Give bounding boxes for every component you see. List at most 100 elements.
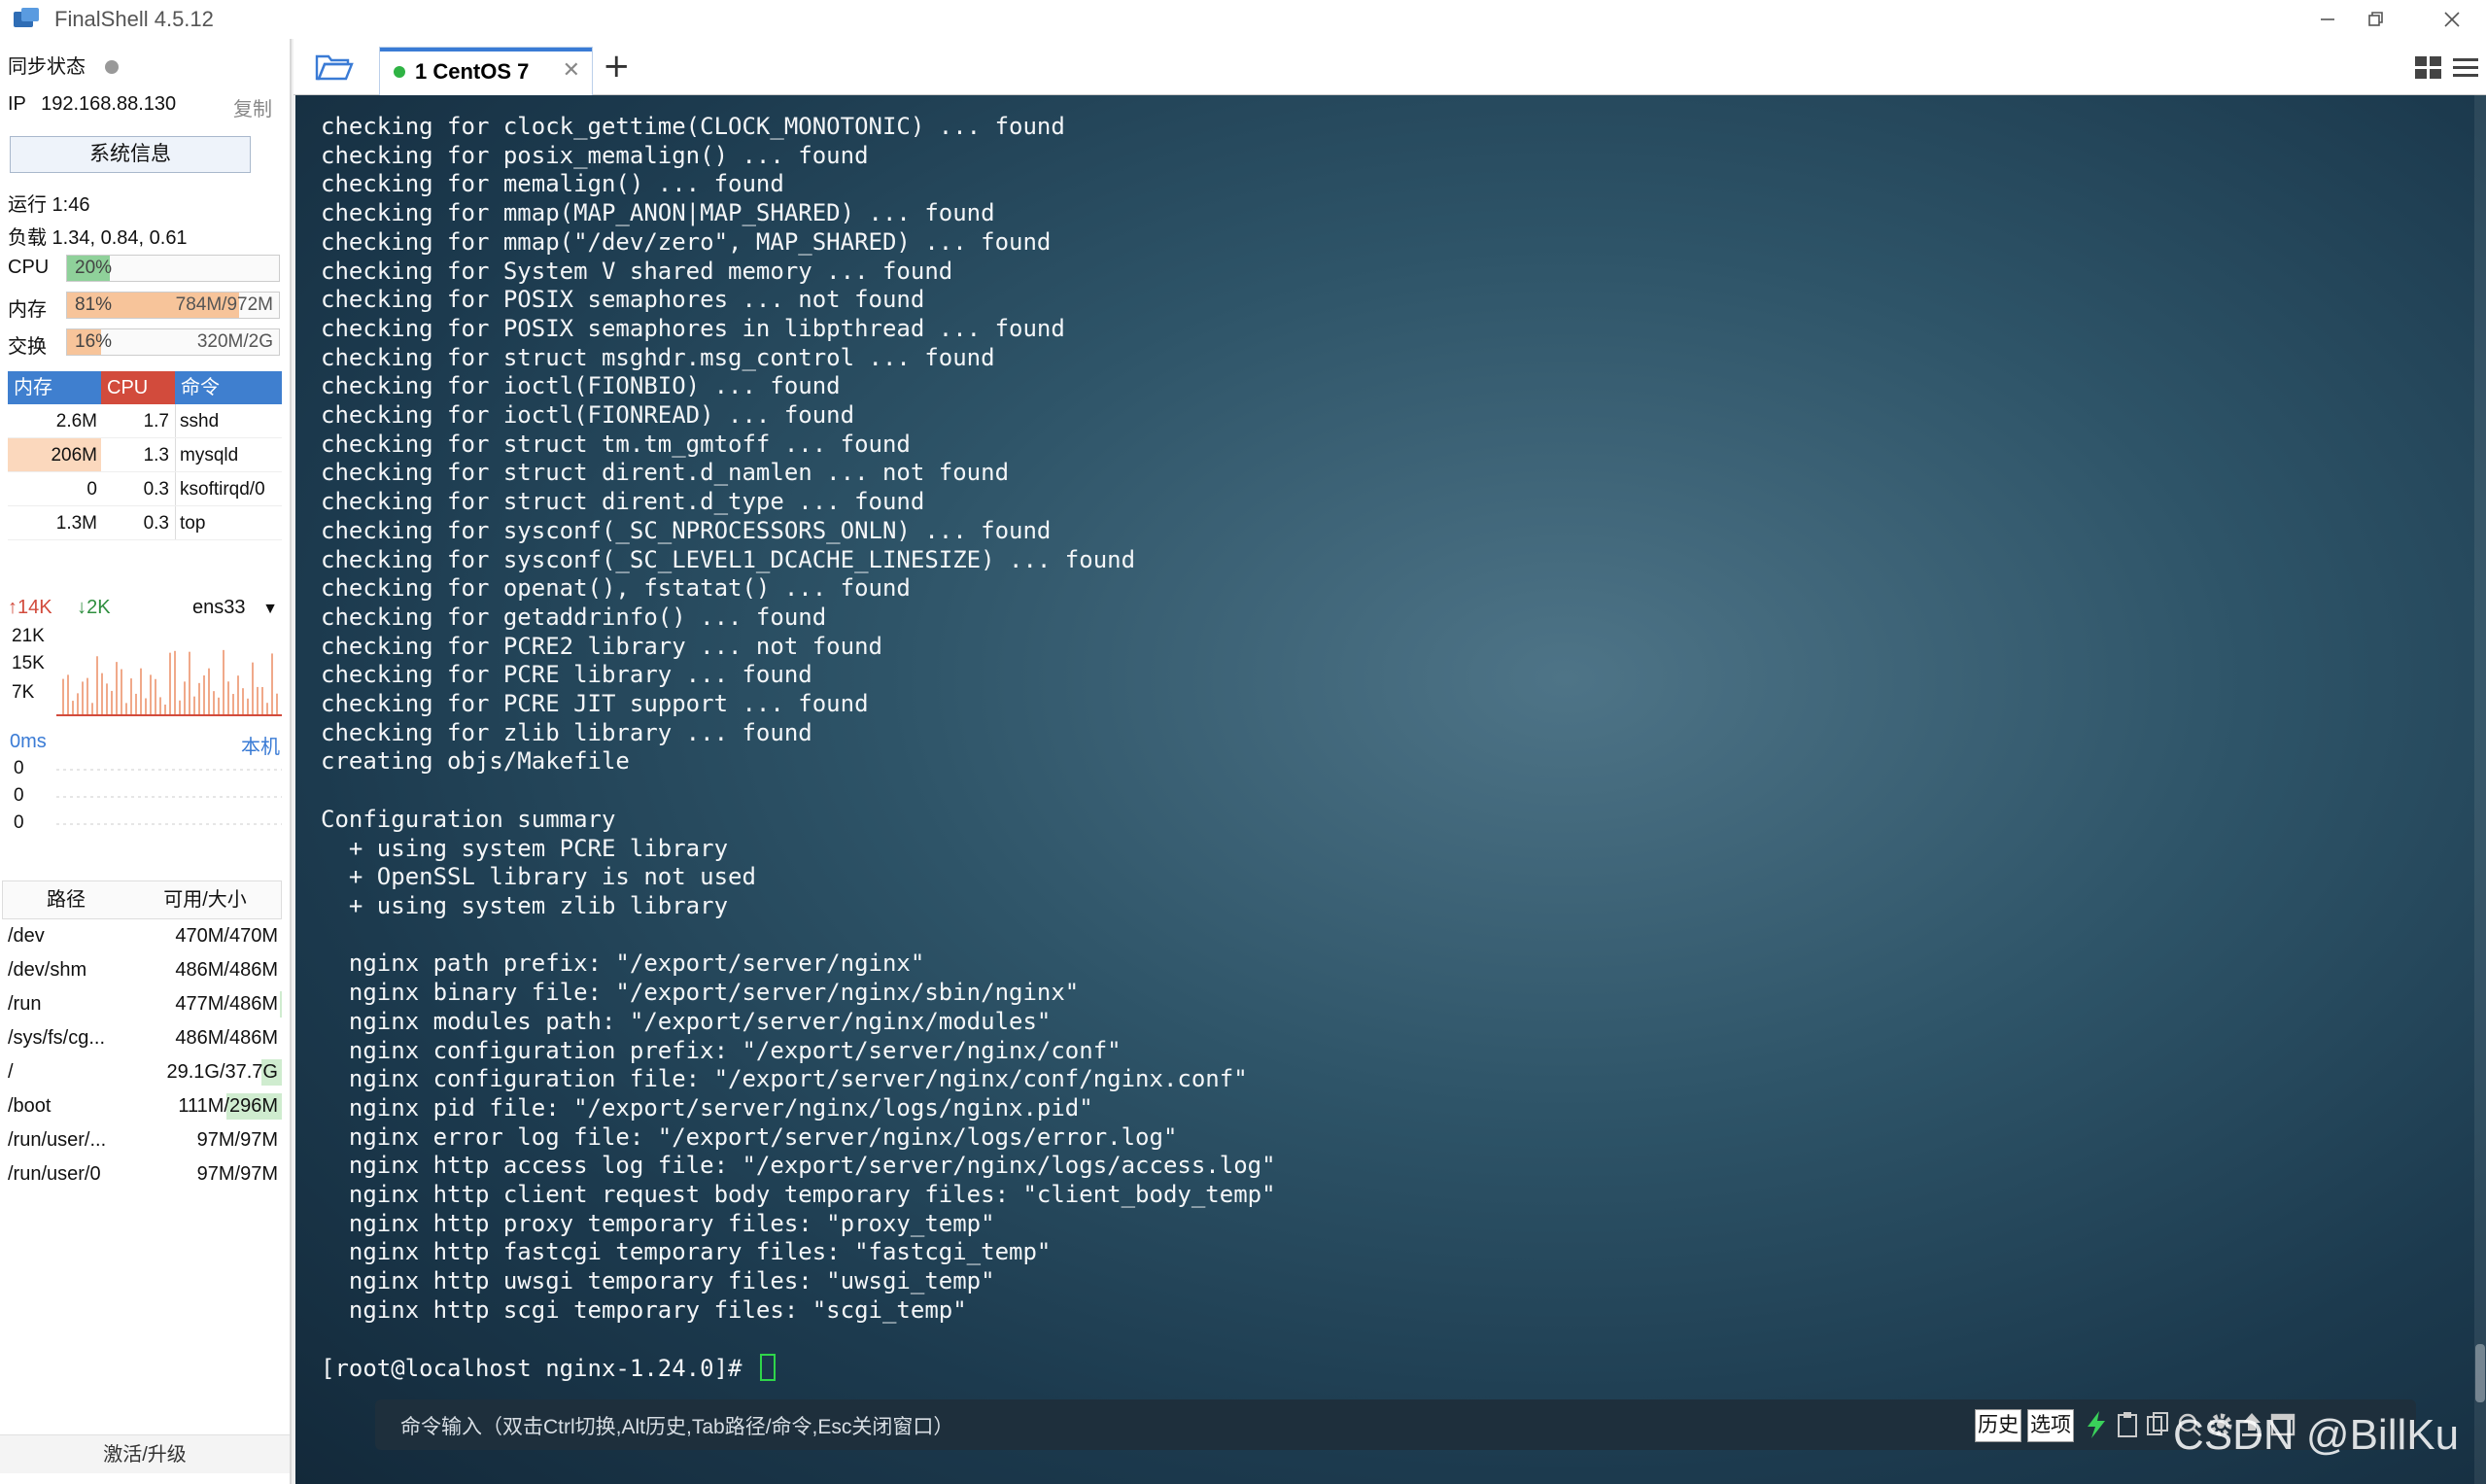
minimize-icon <box>2321 18 2334 20</box>
process-cpu: 0.3 <box>143 513 169 534</box>
terminal-line: nginx error log file: "/export/server/ng… <box>321 1122 1178 1151</box>
table-row[interactable]: /dev/shm 486M/486M <box>2 953 282 987</box>
options-button[interactable]: 选项 <box>2027 1409 2074 1442</box>
command-input-bar[interactable]: 命令输入（双击Ctrl切换,Alt历史,Tab路径/命令,Esc关闭窗口） 历史… <box>375 1399 2416 1450</box>
network-traffic-bar <box>82 681 84 715</box>
close-window-button[interactable] <box>2418 0 2486 39</box>
table-row[interactable]: 2.6M 1.7 sshd <box>8 404 282 438</box>
disk-size: 470M/470M <box>144 919 282 953</box>
folder-open-icon[interactable] <box>315 52 354 82</box>
terminal-prompt-line[interactable]: [root@localhost nginx-1.24.0]# <box>321 1354 1276 1384</box>
table-row[interactable]: /sys/fs/cg... 486M/486M <box>2 1021 282 1055</box>
close-tab-icon[interactable]: ✕ <box>563 57 580 83</box>
network-traffic-bar <box>135 693 137 715</box>
add-tab-button[interactable]: + <box>603 47 631 86</box>
process-cpu: 1.7 <box>143 411 169 431</box>
menu-icon[interactable] <box>2451 54 2480 82</box>
table-row[interactable]: 1.3M 0.3 top <box>8 506 282 540</box>
terminal-view[interactable]: checking for clock_gettime(CLOCK_MONOTON… <box>295 95 2486 1484</box>
process-cmd: ksoftirqd/0 <box>175 472 282 505</box>
col-command[interactable]: 命令 <box>175 371 282 404</box>
col-memory[interactable]: 内存 <box>8 371 101 404</box>
copy-icon[interactable] <box>2144 1409 2173 1440</box>
cpu-percent: 20% <box>75 258 113 278</box>
cpu-label: CPU <box>8 257 50 278</box>
terminal-line: nginx binary file: "/export/server/nginx… <box>321 979 1080 1007</box>
disk-size-text: 486M/486M <box>175 1027 278 1049</box>
terminal-line: checking for sysconf(_SC_NPROCESSORS_ONL… <box>321 516 1052 544</box>
network-interface-select[interactable]: ens33 ▼ <box>192 597 278 619</box>
chevron-down-icon: ▼ <box>262 601 278 617</box>
table-row[interactable]: /run/user/... 97M/97M <box>2 1123 282 1157</box>
disk-rows: /dev 470M/470M /dev/shm 486M/486M /run 477M… <box>2 919 282 1191</box>
network-traffic-bar <box>116 662 118 715</box>
tab-centos-7[interactable]: 1 CentOS 7 ✕ <box>379 47 593 95</box>
network-traffic-bar <box>159 697 161 715</box>
network-traffic-bar <box>261 686 263 715</box>
network-traffic-bar <box>266 703 268 715</box>
ip-row: IP 192.168.88.130 <box>8 93 176 116</box>
network-traffic-bar <box>121 669 122 715</box>
copy-ip-link[interactable]: 复制 <box>233 93 272 121</box>
network-traffic-bar <box>169 652 171 715</box>
network-traffic-bar <box>150 674 152 715</box>
table-row[interactable]: 206M 1.3 mysqld <box>8 438 282 472</box>
terminal-output: checking for clock_gettime(CLOCK_MONOTON… <box>321 113 1276 1384</box>
network-bars <box>56 649 282 716</box>
disk-size: 29.1G/37.7G <box>144 1055 282 1089</box>
table-row[interactable]: /run/user/0 97M/97M <box>2 1157 282 1191</box>
table-row[interactable]: 0 0.3 ksoftirqd/0 <box>8 472 282 506</box>
terminal-line: nginx http access log file: "/export/ser… <box>321 1152 1276 1180</box>
network-traffic-bar <box>242 688 244 715</box>
disk-size: 111M/296M <box>144 1089 282 1123</box>
memory-label: 内存 <box>8 299 47 321</box>
activate-upgrade-button[interactable]: 激活/升级 <box>0 1434 290 1473</box>
process-cmd: top <box>175 506 282 539</box>
disk-path: /sys/fs/cg... <box>8 1027 106 1049</box>
table-row[interactable]: /boot 111M/296M <box>2 1089 282 1123</box>
network-traffic-bar <box>193 696 195 715</box>
restore-icon <box>2368 12 2383 26</box>
table-row[interactable]: /run 477M/486M <box>2 987 282 1021</box>
history-button[interactable]: 历史 <box>1975 1409 2021 1442</box>
col-path[interactable]: 路径 <box>3 881 129 918</box>
ip-label: IP <box>8 93 26 115</box>
lightning-icon[interactable] <box>2082 1409 2111 1440</box>
terminal-line: checking for getaddrinfo() ... found <box>321 603 827 631</box>
disk-size-text: 29.1G/37.7G <box>166 1061 278 1083</box>
terminal-line: nginx http scgi temporary files: "scgi_t… <box>321 1295 967 1324</box>
disk-size: 486M/486M <box>144 1021 282 1055</box>
clipboard-icon[interactable] <box>2113 1409 2142 1440</box>
layout-grid-icon[interactable] <box>2414 54 2443 82</box>
process-cmd: mysqld <box>175 438 282 471</box>
scrollbar-thumb[interactable] <box>2475 1344 2485 1402</box>
table-row[interactable]: /dev 470M/470M <box>2 919 282 953</box>
col-available-size[interactable]: 可用/大小 <box>129 881 281 918</box>
finalshell-logo-icon <box>14 8 41 31</box>
table-row[interactable]: / 29.1G/37.7G <box>2 1055 282 1089</box>
network-traffic-bar <box>203 674 205 715</box>
upload-arrow-icon: ↑ <box>8 597 17 618</box>
ping-grid <box>56 769 282 825</box>
terminal-line: nginx configuration file: "/export/serve… <box>321 1065 1248 1093</box>
disk-table: 路径 可用/大小 /dev 470M/470M /dev/shm 486M/486M… <box>2 880 282 1191</box>
system-info-button[interactable]: 系统信息 <box>10 136 251 173</box>
terminal-line: nginx configuration prefix: "/export/ser… <box>321 1036 1122 1064</box>
terminal-scrollbar[interactable] <box>2474 95 2486 1484</box>
window-title: FinalShell 4.5.12 <box>54 7 214 31</box>
network-interface: ens33 <box>192 597 246 618</box>
terminal-line: checking for openat(), fstatat() ... fou… <box>321 574 911 603</box>
col-cpu[interactable]: CPU <box>101 371 175 404</box>
terminal-line: checking for PCRE2 library ... not found <box>321 632 882 660</box>
network-traffic-bar <box>189 651 190 715</box>
disk-path: /run <box>8 993 42 1015</box>
network-traffic-bar <box>184 681 186 715</box>
network-traffic-bar <box>101 673 103 715</box>
terminal-line: Configuration summary <box>321 805 616 833</box>
network-traffic-bar <box>223 649 224 715</box>
load-average: 负载 1.34, 0.84, 0.61 <box>8 227 188 249</box>
network-traffic-bar <box>67 674 69 715</box>
terminal-line: checking for POSIX semaphores in libpthr… <box>321 314 1065 342</box>
restore-button[interactable] <box>2342 0 2410 39</box>
terminal-line: nginx http uwsgi temporary files: "uwsgi… <box>321 1267 995 1295</box>
